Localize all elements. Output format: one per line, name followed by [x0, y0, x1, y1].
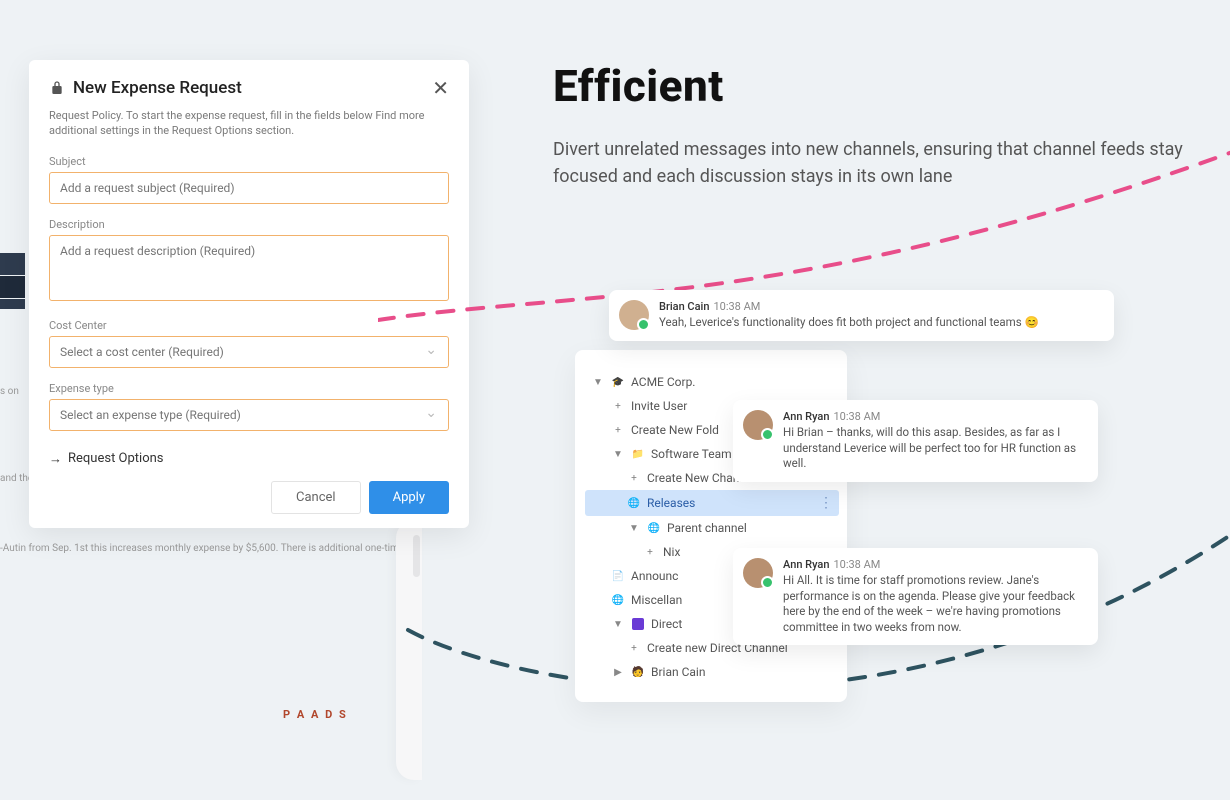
globe-icon: 🌐	[627, 496, 641, 510]
expense-request-modal: New Expense Request ✕ Request Policy. To…	[29, 60, 469, 528]
caret-down-icon: ▼	[627, 521, 641, 535]
request-options-toggle[interactable]: → Request Options	[49, 451, 449, 467]
bg-sidebar-strip	[0, 276, 25, 298]
tree-label: Nix	[663, 545, 680, 559]
policy-text: Request Policy. To start the expense req…	[49, 108, 449, 139]
caret-down-icon: ▼	[591, 375, 605, 389]
modal-title: New Expense Request	[73, 78, 242, 98]
document-icon: 📄	[611, 569, 625, 583]
caret-down-icon: ▼	[611, 447, 625, 461]
headline-sub: Divert unrelated messages into new chann…	[553, 136, 1193, 190]
tree-label: Create New Fold	[631, 423, 719, 437]
avatar	[619, 300, 649, 330]
tree-brian-cain[interactable]: ▶ 🧑 Brian Cain	[585, 660, 839, 684]
chat-time: 10:38 AM	[833, 410, 880, 423]
chat-author: Ann Ryan	[783, 410, 829, 423]
marketing-headline: Efficient Divert unrelated messages into…	[553, 60, 1193, 190]
bg-sidebar-strip	[0, 253, 25, 275]
chat-body: Yeah, Leverice's functionality does fit …	[659, 315, 1039, 331]
tree-label: Direct	[651, 617, 682, 631]
tree-label: Miscellan	[631, 593, 682, 607]
cost-center-label: Cost Center	[49, 319, 449, 332]
chat-message: Brian Cain 10:38 AM Yeah, Leverice's func…	[609, 290, 1114, 341]
bg-text: -Autin from Sep. 1st this increases mont…	[0, 543, 404, 554]
close-button[interactable]: ✕	[432, 78, 449, 98]
cancel-button[interactable]: Cancel	[271, 481, 361, 514]
plus-icon: +	[627, 641, 641, 655]
folder-icon: 📁	[631, 447, 645, 461]
chat-author: Brian Cain	[659, 300, 709, 313]
tree-label: ACME Corp.	[631, 375, 695, 389]
headline-title: Efficient	[553, 60, 1193, 112]
plus-icon: +	[643, 545, 657, 559]
tree-label: Brian Cain	[651, 665, 705, 679]
apply-button[interactable]: Apply	[369, 481, 449, 514]
description-input[interactable]	[49, 235, 449, 301]
chat-body: Hi Brian – thanks, will do this asap. Be…	[783, 425, 1084, 472]
tree-label: Releases	[647, 496, 695, 510]
more-icon[interactable]: ⋮	[819, 495, 833, 511]
chat-message: Ann Ryan 10:38 AM Hi All. It is time for …	[733, 548, 1098, 645]
caret-right-icon: ▶	[611, 665, 625, 679]
arrow-right-icon: →	[49, 451, 62, 467]
globe-icon: 🌐	[647, 521, 661, 535]
chat-body: Hi All. It is time for staff promotions …	[783, 573, 1084, 635]
chat-time: 10:38 AM	[833, 558, 880, 571]
subject-label: Subject	[49, 155, 449, 168]
bg-logo-text: P A A D S	[283, 708, 348, 721]
avatar-icon: 🧑	[631, 665, 645, 679]
avatar	[743, 410, 773, 440]
request-options-label: Request Options	[68, 451, 164, 466]
chat-author: Ann Ryan	[783, 558, 829, 571]
phone-frame-notch	[413, 535, 420, 577]
cost-center-select[interactable]	[49, 336, 449, 368]
plus-icon: +	[611, 399, 625, 413]
tree-label: Software Team	[651, 447, 732, 461]
tree-label: Announc	[631, 569, 678, 583]
bg-text: s on	[0, 386, 19, 397]
tree-releases[interactable]: 🌐 Releases ⋮	[585, 490, 839, 516]
avatar	[743, 558, 773, 588]
direct-icon	[631, 617, 645, 631]
tree-root[interactable]: ▼ 🎓 ACME Corp.	[585, 370, 839, 394]
tree-label: Invite User	[631, 399, 687, 413]
chat-message: Ann Ryan 10:38 AM Hi Brian – thanks, will…	[733, 400, 1098, 482]
expense-type-select[interactable]	[49, 399, 449, 431]
tree-parent-channel[interactable]: ▼ 🌐 Parent channel	[585, 516, 839, 540]
academic-cap-icon: 🎓	[611, 375, 625, 389]
tree-label: Parent channel	[667, 521, 747, 535]
description-label: Description	[49, 218, 449, 231]
expense-type-label: Expense type	[49, 382, 449, 395]
plus-icon: +	[611, 423, 625, 437]
subject-input[interactable]	[49, 172, 449, 204]
chat-time: 10:38 AM	[713, 300, 760, 313]
bg-sidebar-strip	[0, 299, 25, 309]
globe-icon: 🌐	[611, 593, 625, 607]
caret-down-icon: ▼	[611, 617, 625, 631]
plus-icon: +	[627, 471, 641, 485]
lock-icon	[49, 80, 65, 96]
